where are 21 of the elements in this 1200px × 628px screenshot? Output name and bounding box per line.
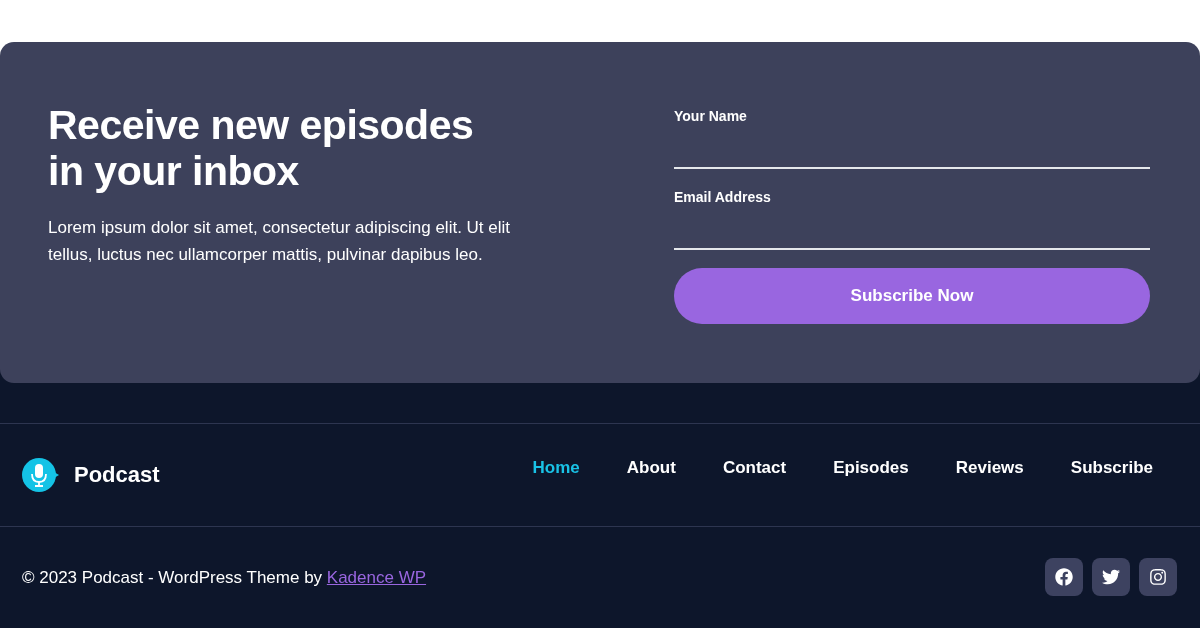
nav-link[interactable]: Subscribe [1070, 455, 1153, 481]
subscribe-button[interactable]: Subscribe Now [674, 268, 1150, 324]
kadence-link[interactable]: Kadence WP [326, 567, 427, 587]
nav-link[interactable]: Home [532, 455, 580, 481]
social-link[interactable] [1045, 558, 1083, 597]
facebook-icon [1055, 568, 1073, 587]
social-link[interactable] [1092, 558, 1130, 597]
camera-icon [1149, 568, 1167, 587]
social-link[interactable] [1139, 558, 1177, 597]
microphone-logo-icon [22, 456, 60, 493]
nav-link[interactable]: Episodes [833, 455, 909, 481]
nav-link[interactable]: Reviews [955, 455, 1024, 481]
field-label: Email Address [674, 188, 772, 207]
nav-link[interactable]: Contact [722, 455, 787, 481]
signup-heading: Receive new episodes in your inbox [48, 102, 475, 194]
field-label: Your Name [674, 107, 748, 126]
nav-link[interactable]: About [626, 455, 676, 481]
copyright-text: © 2023 Podcast - WordPress Theme by Kadence WP [22, 566, 427, 589]
signup-description: Lorem ipsum dolor sit amet, consectetur adipiscing elit. Ut elit tellus, luctus nec ullamcorper mattis, pulvinar dapibus leo. [48, 217, 512, 266]
bird-icon [1102, 568, 1120, 587]
logo-text: Podcast [74, 461, 160, 490]
